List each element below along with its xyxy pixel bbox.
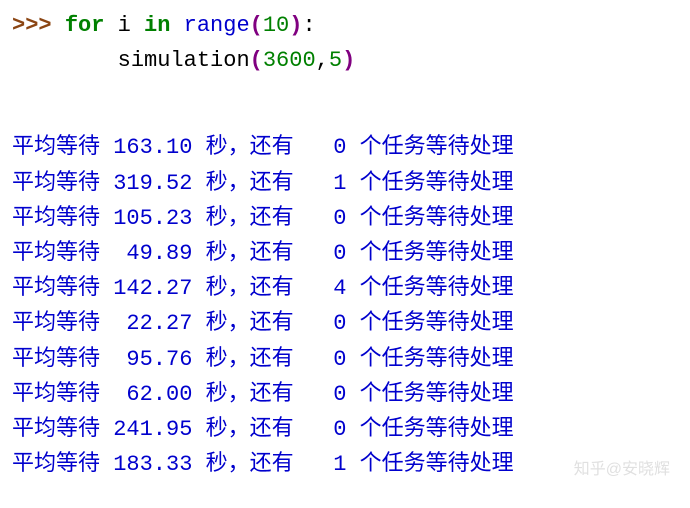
sim-arg2: 5 <box>329 48 342 73</box>
output-row: 平均等待 319.52 秒，还有 1 个任务等待处理 <box>12 166 678 201</box>
watermark: 知乎@安晓辉 <box>574 457 670 483</box>
wait-value: 142.27 <box>113 276 192 301</box>
tasks-value: 1 <box>307 171 347 196</box>
simulation-function: simulation <box>118 48 250 73</box>
tasks-value: 0 <box>307 206 347 231</box>
range-arg: 10 <box>263 13 289 38</box>
output-row: 平均等待 163.10 秒，还有 0 个任务等待处理 <box>12 130 678 165</box>
code-line-1: >>> for i in range(10): <box>12 8 678 43</box>
output-row: 平均等待 22.27 秒，还有 0 个任务等待处理 <box>12 306 678 341</box>
open-paren: ( <box>250 48 263 73</box>
wait-value: 49.89 <box>113 241 192 266</box>
wait-value: 105.23 <box>113 206 192 231</box>
output-row: 平均等待 49.89 秒，还有 0 个任务等待处理 <box>12 236 678 271</box>
range-function: range <box>184 13 250 38</box>
output-row: 平均等待 62.00 秒，还有 0 个任务等待处理 <box>12 377 678 412</box>
tasks-value: 4 <box>307 276 347 301</box>
wait-value: 62.00 <box>113 382 192 407</box>
output-block: 平均等待 163.10 秒，还有 0 个任务等待处理 平均等待 319.52 秒… <box>12 130 678 482</box>
output-row: 平均等待 241.95 秒，还有 0 个任务等待处理 <box>12 412 678 447</box>
wait-value: 163.10 <box>113 135 192 160</box>
tasks-value: 0 <box>307 135 347 160</box>
repl-prompt: >>> <box>12 13 65 38</box>
wait-value: 95.76 <box>113 347 192 372</box>
wait-value: 22.27 <box>113 311 192 336</box>
open-paren: ( <box>250 13 263 38</box>
tasks-value: 0 <box>307 382 347 407</box>
tasks-value: 1 <box>307 452 347 477</box>
wait-value: 241.95 <box>113 417 192 442</box>
keyword-for: for <box>65 13 105 38</box>
output-row: 平均等待 142.27 秒，还有 4 个任务等待处理 <box>12 271 678 306</box>
code-line-2: simulation(3600,5) <box>12 43 678 78</box>
keyword-in: in <box>144 13 170 38</box>
wait-value: 183.33 <box>113 452 192 477</box>
tasks-value: 0 <box>307 241 347 266</box>
output-row: 平均等待 95.76 秒，还有 0 个任务等待处理 <box>12 342 678 377</box>
tasks-value: 0 <box>307 417 347 442</box>
loop-var: i <box>118 13 131 38</box>
output-row: 平均等待 105.23 秒，还有 0 个任务等待处理 <box>12 201 678 236</box>
close-paren: ) <box>289 13 302 38</box>
close-paren: ) <box>342 48 355 73</box>
tasks-value: 0 <box>307 311 347 336</box>
tasks-value: 0 <box>307 347 347 372</box>
wait-value: 319.52 <box>113 171 192 196</box>
sim-arg1: 3600 <box>263 48 316 73</box>
